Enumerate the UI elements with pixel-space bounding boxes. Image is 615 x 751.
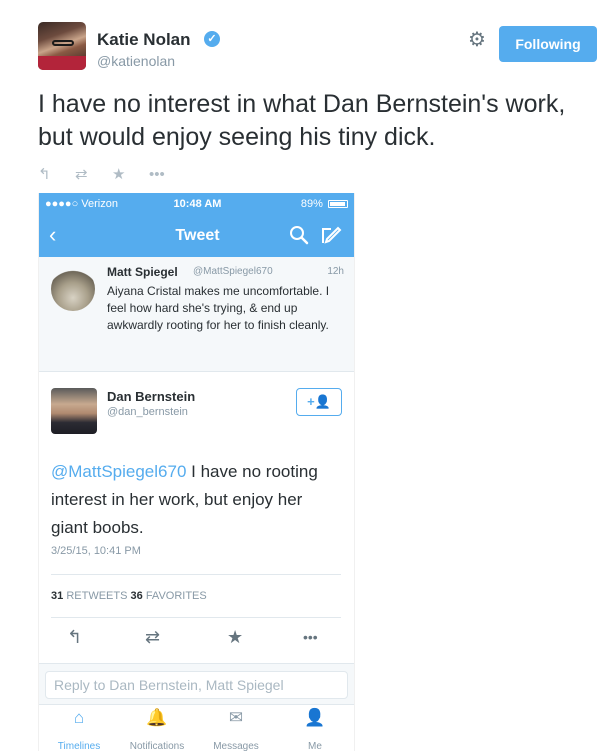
- reply-text: @MattSpiegel670 I have no rooting intere…: [51, 458, 341, 542]
- engagement-stats: 31 RETWEETS 36 FAVORITES: [51, 590, 207, 602]
- retweet-count: 31: [51, 590, 64, 602]
- reply-input[interactable]: Reply to Dan Bernstein, Matt Spiegel: [45, 671, 348, 699]
- retweet-icon[interactable]: ⇄: [145, 625, 160, 649]
- following-button[interactable]: Following: [499, 26, 597, 62]
- quoted-author-handle[interactable]: @MattSpiegel670: [193, 266, 273, 277]
- tab-label: Notifications: [129, 741, 185, 751]
- battery-icon: [328, 200, 348, 209]
- home-icon: ⌂: [73, 708, 85, 727]
- tweet-text: I have no interest in what Dan Bernstein…: [38, 90, 566, 151]
- status-bar: ●●●●○ Verizon 10:48 AM 89%: [39, 193, 354, 215]
- reply-actions: ↰ ⇄ ★ •••: [39, 625, 354, 649]
- reply-timestamp: 3/25/15, 10:41 PM: [51, 545, 141, 557]
- favorites-label[interactable]: FAVORITES: [146, 590, 207, 602]
- reply-bar: Reply to Dan Bernstein, Matt Spiegel: [39, 663, 354, 705]
- tab-messages[interactable]: ✉ Messages: [198, 707, 274, 751]
- divider: [51, 617, 341, 618]
- reply-avatar[interactable]: [51, 388, 97, 434]
- gear-icon[interactable]: ⚙: [468, 30, 486, 50]
- tab-label: Me: [308, 741, 322, 751]
- reply-author-handle[interactable]: @dan_bernstein: [107, 406, 188, 418]
- avatar[interactable]: [38, 22, 86, 70]
- favorite-count: 36: [130, 590, 143, 602]
- reply-icon[interactable]: ↰: [38, 166, 75, 184]
- search-icon[interactable]: [287, 223, 311, 247]
- reply-icon[interactable]: ↰: [67, 625, 82, 649]
- tweet-actions: ↰ ⇄ ★ •••: [38, 166, 186, 184]
- quoted-text: Aiyana Cristal makes me uncomfortable. I…: [107, 284, 330, 332]
- envelope-icon: ✉: [228, 708, 244, 727]
- battery-status: 89%: [301, 193, 348, 215]
- embedded-screenshot: ●●●●○ Verizon 10:48 AM 89% ‹ Tweet Matt …: [38, 193, 355, 751]
- compose-icon[interactable]: [319, 223, 343, 247]
- more-icon[interactable]: •••: [149, 166, 186, 184]
- follow-user-button[interactable]: +👤: [296, 388, 342, 416]
- retweet-icon[interactable]: ⇄: [75, 166, 112, 184]
- author-handle[interactable]: @katienolan: [97, 53, 175, 69]
- tab-bar: ⌂ Timelines 🔔 Notifications ✉ Messages 👤…: [39, 705, 354, 751]
- verified-icon: ✓: [204, 31, 220, 47]
- tab-notifications[interactable]: 🔔 Notifications: [119, 707, 195, 751]
- retweets-label[interactable]: RETWEETS: [66, 590, 127, 602]
- quoted-time: 12h: [327, 266, 344, 277]
- author-name[interactable]: Katie Nolan: [97, 30, 191, 50]
- tweet-header: Katie Nolan ✓ @katienolan ⚙ Following: [38, 22, 598, 74]
- reply-author: Dan Bernstein @dan_bernstein +👤: [39, 378, 354, 438]
- tab-label: Messages: [213, 741, 259, 751]
- shirt-detail: [38, 56, 86, 70]
- tab-me[interactable]: 👤 Me: [277, 707, 353, 751]
- person-icon: 👤: [304, 708, 326, 727]
- tab-timelines[interactable]: ⌂ Timelines: [41, 707, 117, 751]
- mention-link[interactable]: @MattSpiegel670: [51, 462, 186, 481]
- star-icon[interactable]: ★: [112, 166, 149, 184]
- tab-label: Timelines: [57, 741, 101, 751]
- reply-author-name[interactable]: Dan Bernstein: [107, 389, 195, 404]
- nav-bar: ‹ Tweet: [39, 215, 354, 257]
- bell-icon: 🔔: [146, 708, 168, 727]
- quoted-author-name[interactable]: Matt Spiegel: [107, 265, 178, 279]
- quoted-tweet[interactable]: Matt Spiegel @MattSpiegel670 12h Aiyana …: [39, 257, 354, 372]
- more-icon[interactable]: •••: [303, 625, 318, 649]
- glasses-detail: [52, 40, 74, 46]
- divider: [51, 574, 341, 575]
- quoted-avatar[interactable]: [51, 267, 95, 311]
- star-icon[interactable]: ★: [227, 625, 243, 649]
- battery-percent: 89%: [300, 198, 323, 210]
